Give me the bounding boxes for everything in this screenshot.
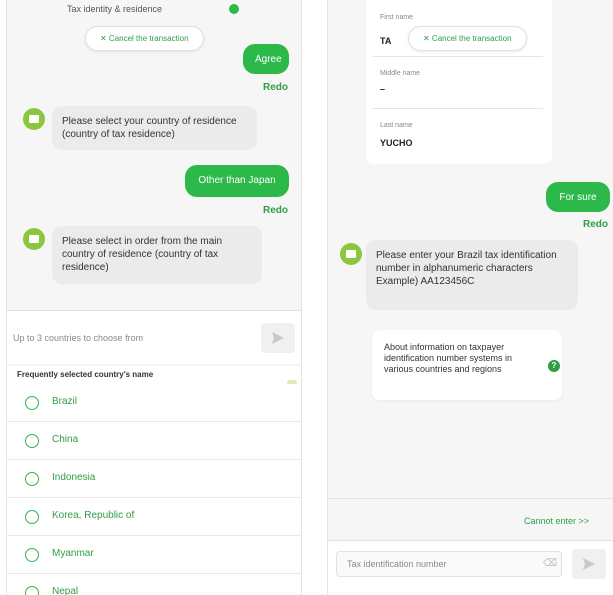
radio-icon bbox=[25, 510, 39, 524]
divider bbox=[373, 56, 543, 57]
country-item-korea[interactable]: Korea, Republic of bbox=[7, 498, 301, 536]
country-label: Indonesia bbox=[52, 472, 96, 483]
redo-link-1[interactable]: Redo bbox=[263, 82, 288, 93]
tax-id-input-bar: Tax identification number ⌫ bbox=[328, 540, 613, 595]
first-name-label: First name bbox=[380, 14, 414, 21]
radio-icon bbox=[25, 548, 39, 562]
radio-icon bbox=[25, 434, 39, 448]
divider bbox=[328, 498, 613, 499]
radio-icon bbox=[25, 586, 39, 595]
right-chat-panel: First name TA ✕ Cancel the transaction M… bbox=[327, 0, 613, 595]
question-icon: ? bbox=[548, 360, 560, 372]
country-item-indonesia[interactable]: Indonesia bbox=[7, 460, 301, 498]
info-link-text: About information on taxpayer identifica… bbox=[384, 342, 513, 374]
middle-name-label: Middle name bbox=[380, 70, 421, 77]
first-name-value: TA bbox=[380, 36, 392, 46]
country-item-myanmar[interactable]: Myanmar bbox=[7, 536, 301, 574]
country-label: Nepal bbox=[52, 586, 79, 595]
radio-icon bbox=[25, 472, 39, 486]
bot-avatar-icon bbox=[23, 228, 45, 250]
redo-link[interactable]: Redo bbox=[583, 219, 608, 230]
user-message-agree: Agree bbox=[243, 44, 289, 74]
country-label: Brazil bbox=[52, 396, 78, 407]
bot-message-country: Please select your country of residence … bbox=[52, 106, 257, 150]
bot-avatar-icon bbox=[340, 243, 362, 265]
last-name-value: YUCHO bbox=[380, 138, 413, 148]
check-icon bbox=[229, 4, 239, 14]
send-button[interactable] bbox=[261, 323, 295, 353]
left-chat-panel: Tax identity & residence ✕ Cancel the tr… bbox=[6, 0, 302, 595]
send-icon bbox=[583, 558, 595, 570]
cannot-enter-link[interactable]: Cannot enter >> bbox=[524, 516, 589, 526]
bot-avatar-icon bbox=[23, 108, 45, 130]
last-name-label: Last name bbox=[380, 122, 413, 129]
divider bbox=[373, 108, 543, 109]
frequent-countries-header: Frequently selected country's name bbox=[7, 366, 301, 384]
send-button[interactable] bbox=[572, 549, 606, 579]
country-label: Korea, Republic of bbox=[52, 510, 135, 521]
country-item-nepal[interactable]: Nepal bbox=[7, 574, 301, 595]
country-label: Myanmar bbox=[52, 548, 94, 559]
tax-id-input-field[interactable]: Tax identification number ⌫ bbox=[336, 551, 562, 577]
cancel-transaction-button[interactable]: ✕ Cancel the transaction bbox=[408, 26, 527, 51]
bot-message-tax-id: Please enter your Brazil tax identificat… bbox=[366, 240, 578, 310]
country-label: China bbox=[52, 434, 79, 445]
clear-icon[interactable]: ⌫ bbox=[543, 558, 557, 569]
radio-icon bbox=[25, 396, 39, 410]
country-item-brazil[interactable]: Brazil bbox=[7, 384, 301, 422]
user-message-other-than-japan: Other than Japan bbox=[185, 165, 289, 197]
user-message-for-sure: For sure bbox=[546, 182, 610, 212]
middle-name-value: – bbox=[380, 84, 386, 94]
tax-id-input-placeholder: Tax identification number bbox=[347, 559, 447, 569]
tax-id-info-link[interactable]: About information on taxpayer identifica… bbox=[372, 330, 562, 400]
redo-link-2[interactable]: Redo bbox=[263, 205, 288, 216]
send-icon bbox=[272, 332, 284, 344]
country-input-bar: Up to 3 countries to choose from bbox=[7, 310, 301, 364]
bot-message-order: Please select in order from the main cou… bbox=[52, 226, 262, 284]
cancel-transaction-button[interactable]: ✕ Cancel the transaction bbox=[85, 26, 204, 51]
country-search-input[interactable]: Up to 3 countries to choose from bbox=[13, 333, 143, 343]
country-item-china[interactable]: China bbox=[7, 422, 301, 460]
top-partial-text: Tax identity & residence bbox=[67, 4, 163, 14]
